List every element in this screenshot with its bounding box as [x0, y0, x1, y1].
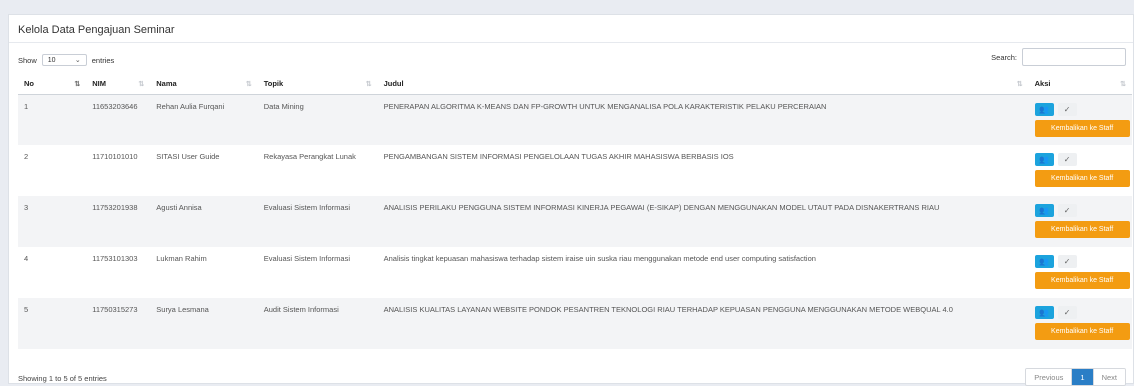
check-icon: ✓ [1063, 206, 1071, 215]
cell-topik: Evaluasi Sistem Informasi [263, 254, 351, 263]
cell-nim: 11753101303 [92, 254, 138, 263]
check-icon: ✓ [1063, 308, 1071, 317]
view-users-button[interactable]: 👥 [1034, 255, 1054, 268]
submissions-table: No ⇅ NIM ⇅ Nama ⇅ Topik ⇅ Judul ⇅ Aksi ⇅ 1 116… [18, 73, 1132, 349]
cell-nim: 11750315273 [92, 305, 138, 314]
search-bar: Search: [991, 48, 1126, 66]
column-header-nama[interactable]: Nama ⇅ [150, 73, 258, 95]
table-row: 2 11710101010 SITASI User Guide Rekayasa… [18, 145, 1132, 196]
column-header-aksi[interactable]: Aksi ⇅ [1028, 73, 1132, 95]
search-input[interactable] [1022, 48, 1126, 66]
cell-no: 1 [24, 101, 29, 111]
seminar-card: Kelola Data Pengajuan Seminar Show 10 ⌄ … [8, 14, 1134, 386]
cell-aksi: 👥 ✓ Kembalikan ke Staff [1029, 196, 1132, 247]
cell-topik: Audit Sistem Informasi [263, 305, 339, 314]
cell-topik: Data Mining [263, 101, 304, 111]
column-header-nim[interactable]: NIM ⇅ [86, 73, 151, 95]
approve-button[interactable]: ✓ [1057, 204, 1077, 217]
pagination: Previous 1 Next [1025, 368, 1126, 386]
cell-aksi: 👥 ✓ Kembalikan ke Staff [1029, 298, 1132, 349]
approve-button[interactable]: ✓ [1057, 153, 1077, 166]
cell-nama: Surya Lesmana [156, 305, 209, 314]
approve-button[interactable]: ✓ [1057, 306, 1077, 319]
users-icon: 👥 [1039, 206, 1050, 215]
check-icon: ✓ [1063, 155, 1071, 164]
users-icon: 👥 [1039, 308, 1050, 317]
cell-nama: Lukman Rahim [156, 254, 207, 263]
approve-button[interactable]: ✓ [1057, 255, 1077, 268]
users-icon: 👥 [1039, 257, 1050, 266]
page-1-button[interactable]: 1 [1071, 369, 1093, 385]
table-info: Showing 1 to 5 of 5 entries [18, 374, 107, 383]
cell-no: 5 [24, 305, 29, 314]
view-users-button[interactable]: 👥 [1034, 306, 1054, 319]
cell-no: 3 [24, 203, 29, 212]
cell-aksi: 👥 ✓ Kembalikan ke Staff [1029, 247, 1132, 298]
return-to-staff-button[interactable]: Kembalikan ke Staff [1034, 221, 1130, 238]
next-page-button[interactable]: Next [1092, 369, 1125, 385]
return-to-staff-button[interactable]: Kembalikan ke Staff [1034, 119, 1130, 137]
sort-icon: ⇅ [138, 81, 144, 88]
cell-nama: Agusti Annisa [156, 203, 202, 212]
approve-button[interactable]: ✓ [1057, 102, 1077, 116]
sort-asc-icon: ⇅ [74, 81, 80, 88]
chevron-down-icon: ⌄ [74, 57, 81, 64]
view-users-button[interactable]: 👥 [1034, 102, 1054, 116]
cell-nama: SITASI User Guide [156, 152, 220, 161]
table-row: 5 11750315273 Surya Lesmana Audit Sistem… [18, 298, 1132, 349]
check-icon: ✓ [1063, 104, 1071, 114]
table-row: 4 11753101303 Lukman Rahim Evaluasi Sist… [18, 247, 1132, 298]
show-label: Show [18, 55, 37, 65]
table-row: 3 11753201938 Agusti Annisa Evaluasi Sis… [18, 196, 1132, 247]
users-icon: 👥 [1039, 155, 1050, 164]
return-to-staff-button[interactable]: Kembalikan ke Staff [1034, 272, 1130, 289]
card-divider [9, 42, 1133, 43]
table-header-row: No ⇅ NIM ⇅ Nama ⇅ Topik ⇅ Judul ⇅ Aksi ⇅ [18, 73, 1132, 95]
view-users-button[interactable]: 👥 [1034, 204, 1054, 217]
column-header-no[interactable]: No ⇅ [18, 73, 87, 95]
length-menu: Show 10 ⌄ entries [18, 54, 114, 66]
cell-nama: Rehan Aulia Furqani [156, 101, 225, 111]
cell-judul: ANALISIS PERILAKU PENGGUNA SISTEM INFORM… [383, 203, 940, 212]
cell-topik: Evaluasi Sistem Informasi [263, 203, 351, 212]
column-header-judul[interactable]: Judul ⇅ [377, 73, 1029, 95]
card-title: Kelola Data Pengajuan Seminar [18, 24, 175, 36]
cell-no: 4 [24, 254, 29, 263]
cell-aksi: 👥 ✓ Kembalikan ke Staff [1029, 94, 1132, 145]
sort-icon: ⇅ [245, 81, 252, 88]
entries-label: entries [91, 55, 115, 65]
column-header-topik[interactable]: Topik ⇅ [257, 73, 378, 95]
cell-judul: PENGAMBANGAN SISTEM INFORMASI PENGELOLAA… [383, 152, 734, 161]
cell-judul: Analisis tingkat kepuasan mahasiswa terh… [383, 254, 816, 263]
table-row: 1 11653203646 Rehan Aulia Furqani Data M… [18, 94, 1132, 145]
entries-select-value: 10 [47, 56, 56, 64]
previous-page-button[interactable]: Previous [1026, 369, 1072, 385]
cell-nim: 11710101010 [92, 152, 138, 161]
cell-judul: ANALISIS KUALITAS LAYANAN WEBSITE PONDOK… [383, 305, 953, 314]
sort-icon: ⇅ [365, 81, 372, 88]
return-to-staff-button[interactable]: Kembalikan ke Staff [1034, 170, 1130, 187]
cell-aksi: 👥 ✓ Kembalikan ke Staff [1029, 145, 1132, 196]
users-icon: 👥 [1039, 104, 1050, 114]
cell-topik: Rekayasa Perangkat Lunak [263, 152, 356, 161]
view-users-button[interactable]: 👥 [1034, 153, 1054, 166]
cell-no: 2 [24, 152, 29, 161]
entries-select[interactable]: 10 ⌄ [41, 54, 87, 66]
sort-icon: ⇅ [1120, 81, 1126, 88]
check-icon: ✓ [1063, 257, 1071, 266]
cell-nim: 11653203646 [92, 101, 138, 111]
sort-icon: ⇅ [1016, 81, 1023, 88]
search-label: Search: [991, 52, 1017, 62]
cell-judul: PENERAPAN ALGORITMA K-MEANS DAN FP-GROWT… [383, 101, 827, 111]
return-to-staff-button[interactable]: Kembalikan ke Staff [1034, 323, 1130, 340]
cell-nim: 11753201938 [92, 203, 138, 212]
